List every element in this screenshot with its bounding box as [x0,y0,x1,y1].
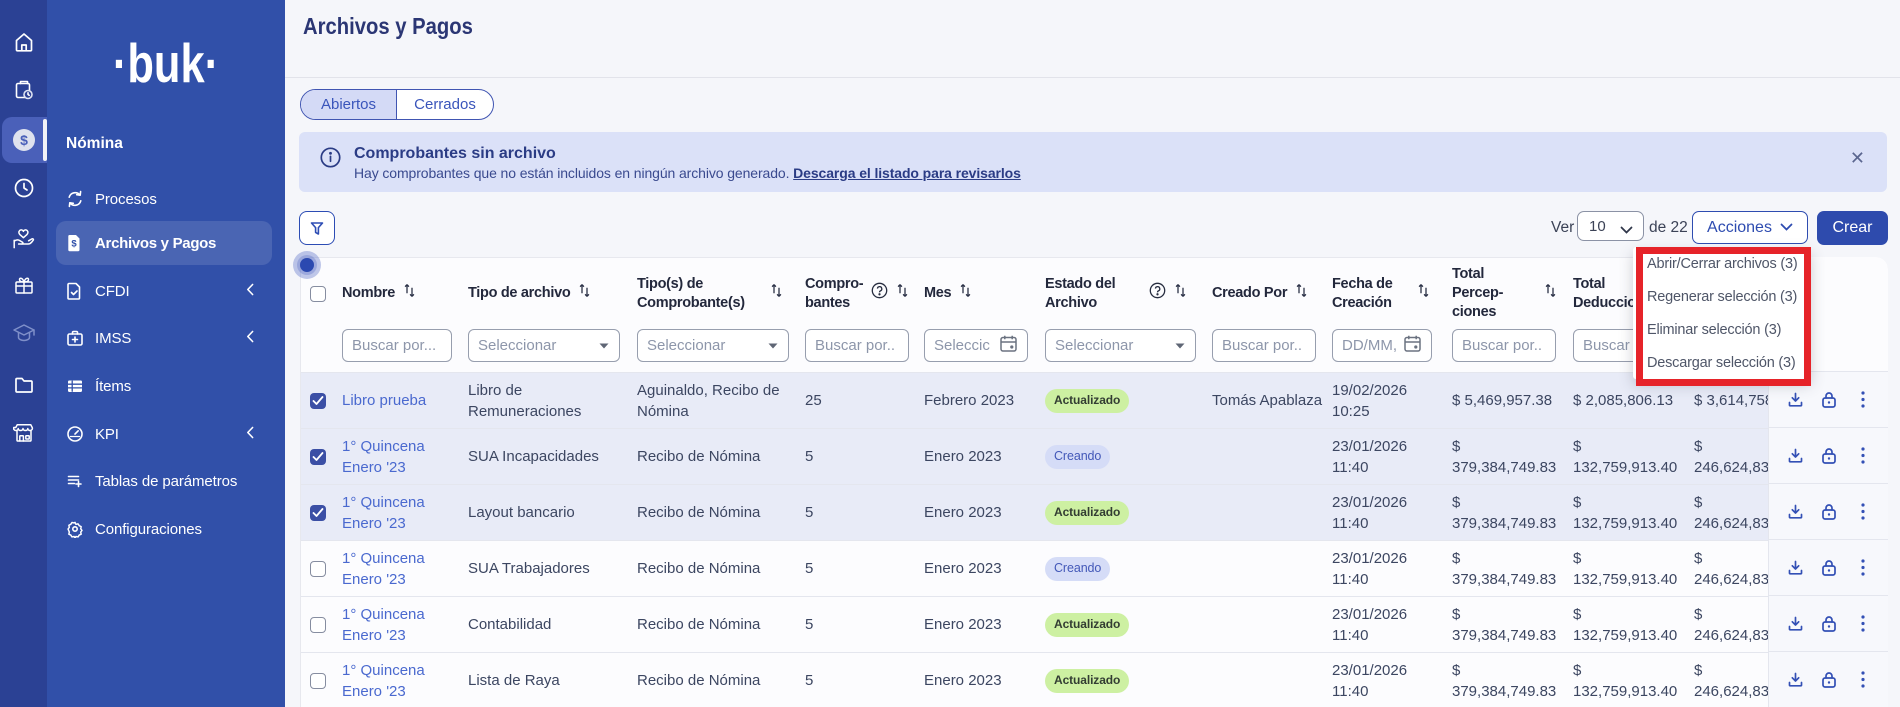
svg-text:$: $ [20,132,28,148]
svg-text:$: $ [71,239,77,250]
